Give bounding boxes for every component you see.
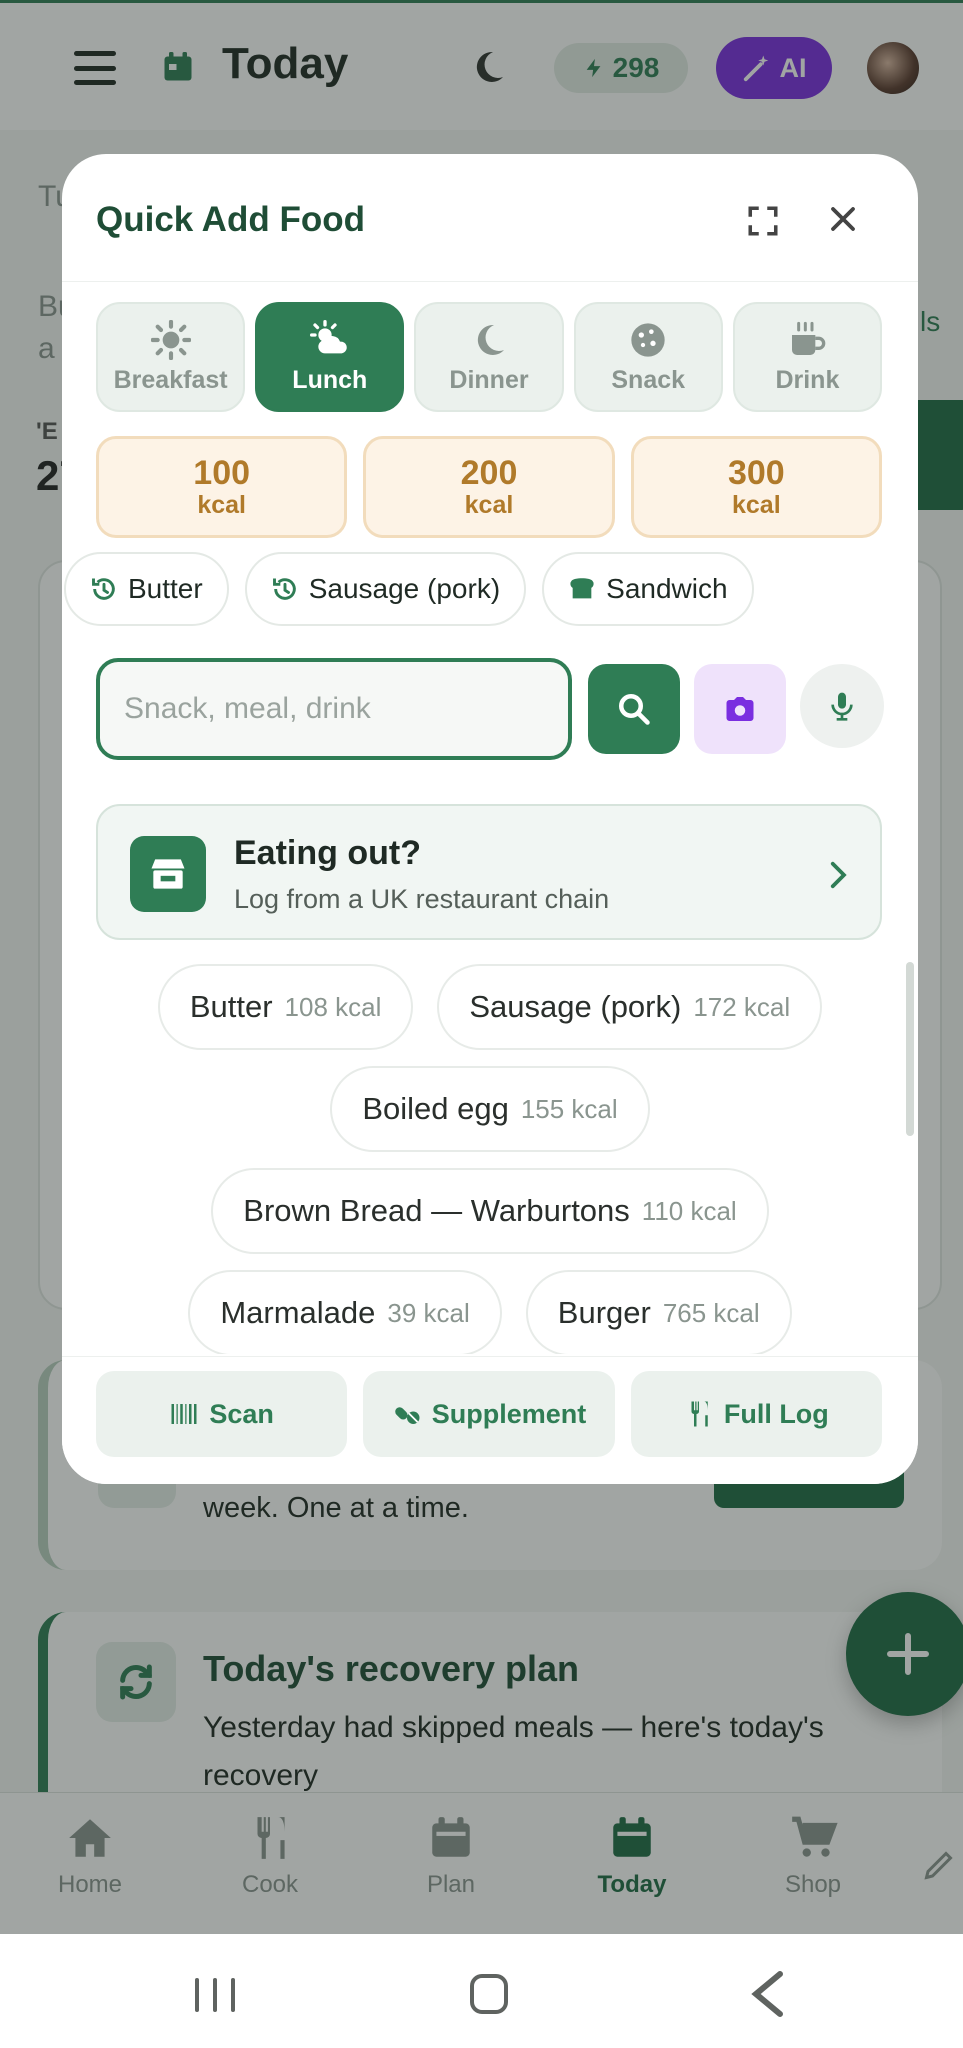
close-icon[interactable] <box>828 204 858 234</box>
recent-chip-sandwich[interactable]: Sandwich <box>542 552 754 626</box>
camera-icon <box>726 697 754 721</box>
eating-out-title: Eating out? <box>234 834 421 872</box>
meal-type-selector: Breakfast Lunch Dinner Snack Drink <box>96 302 883 412</box>
store-icon <box>130 836 206 912</box>
food-name: Burger <box>557 1295 651 1330</box>
dialog-header: Quick Add Food <box>62 154 918 282</box>
kcal-unit: kcal <box>464 490 514 519</box>
food-kcal: 765 kcal <box>662 1297 760 1328</box>
dialog-footer: Scan Supplement Full Log <box>62 1356 918 1484</box>
history-icon <box>272 578 296 600</box>
cookie-icon <box>631 322 665 357</box>
dialog-title: Quick Add Food <box>96 200 365 239</box>
meal-tab-label: Dinner <box>449 365 529 394</box>
food-chip[interactable]: Burger 765 kcal <box>525 1270 792 1354</box>
search-icon <box>619 694 650 725</box>
meal-tab-label: Lunch <box>292 365 368 394</box>
food-name: Boiled egg <box>362 1091 509 1126</box>
food-kcal: 39 kcal <box>387 1297 470 1328</box>
barcode-icon <box>171 1404 197 1424</box>
meal-tab-drink[interactable]: Drink <box>732 302 883 412</box>
bread-icon <box>570 578 594 599</box>
chevron-right-icon <box>830 861 847 889</box>
recent-chip-label: Sandwich <box>606 573 728 604</box>
kcal-preset-row: 100 kcal 200 kcal 300 kcal <box>96 436 882 538</box>
food-name: Brown Bread — Warburtons <box>243 1193 630 1228</box>
history-icon <box>92 578 115 600</box>
moon-icon <box>477 324 504 355</box>
eating-out-subtitle: Log from a UK restaurant chain <box>234 884 610 914</box>
quick-add-food-dialog: Quick Add Food Breakfast Lunch Dinner Sn… <box>62 154 918 1484</box>
expand-icon[interactable] <box>746 204 780 238</box>
food-row: Boiled egg 155 kcal <box>62 1066 918 1152</box>
camera-button[interactable] <box>694 664 786 754</box>
cloud-sun-icon <box>309 319 347 353</box>
full-log-button[interactable]: Full Log <box>630 1371 882 1457</box>
food-chip[interactable]: Sausage (pork) 172 kcal <box>437 964 823 1050</box>
scan-label: Scan <box>209 1398 274 1429</box>
meal-tab-lunch[interactable]: Lunch <box>255 302 405 412</box>
kcal-preset-200-button[interactable]: 200 kcal <box>363 436 615 538</box>
recent-chip-label: Butter <box>128 573 203 604</box>
home-button-icon[interactable] <box>470 1974 508 2014</box>
microphone-icon <box>831 692 853 721</box>
recent-chip-label: Sausage (pork) <box>308 573 501 604</box>
voice-input-button[interactable] <box>800 664 884 748</box>
meal-tab-dinner[interactable]: Dinner <box>414 302 564 412</box>
kcal-unit: kcal <box>197 490 246 519</box>
scan-button[interactable]: Scan <box>96 1371 348 1457</box>
food-name: Sausage (pork) <box>469 989 682 1024</box>
food-search-input[interactable] <box>96 658 572 760</box>
food-row: Marmalade 39 kcal Burger 765 kcal <box>62 1270 918 1354</box>
food-kcal: 110 kcal <box>641 1195 737 1226</box>
food-kcal: 172 kcal <box>693 991 791 1022</box>
kcal-value: 100 <box>193 454 251 493</box>
kcal-value: 200 <box>460 454 518 493</box>
mug-icon <box>792 321 826 355</box>
kcal-value: 300 <box>727 454 785 493</box>
meal-tab-breakfast[interactable]: Breakfast <box>96 302 246 412</box>
full-log-label: Full Log <box>723 1398 829 1429</box>
food-kcal: 155 kcal <box>520 1093 618 1124</box>
supplement-label: Supplement <box>431 1398 587 1429</box>
eating-out-card[interactable]: Eating out? Log from a UK restaurant cha… <box>96 804 882 940</box>
food-chip[interactable]: Boiled egg 155 kcal <box>330 1066 650 1152</box>
food-row: Brown Bread — Warburtons 110 kcal <box>62 1168 918 1254</box>
recent-chip-butter[interactable]: Butter <box>64 552 229 626</box>
back-icon[interactable] <box>748 1970 788 2018</box>
recents-icon[interactable] <box>195 1978 235 2012</box>
recent-chip-sausage[interactable]: Sausage (pork) <box>244 552 527 626</box>
search-button[interactable] <box>588 664 680 754</box>
kcal-preset-300-button[interactable]: 300 kcal <box>630 436 882 538</box>
food-chip[interactable]: Brown Bread — Warburtons 110 kcal <box>211 1168 769 1254</box>
meal-tab-label: Breakfast <box>113 365 228 394</box>
food-suggestions-list: Butter 108 kcal Sausage (pork) 172 kcal Bo… <box>62 964 918 1354</box>
sun-icon <box>150 319 191 360</box>
food-chip[interactable]: Marmalade 39 kcal <box>188 1270 502 1354</box>
kcal-preset-100-button[interactable]: 100 kcal <box>96 436 348 538</box>
utensils-icon <box>691 1401 708 1427</box>
pills-icon <box>394 1407 420 1424</box>
food-row: Butter 108 kcal Sausage (pork) 172 kcal <box>62 964 918 1050</box>
food-chip[interactable]: Butter 108 kcal <box>157 964 414 1050</box>
food-name: Butter <box>189 989 273 1024</box>
food-name: Marmalade <box>220 1295 376 1330</box>
food-kcal: 108 kcal <box>284 991 382 1022</box>
supplement-button[interactable]: Supplement <box>363 1371 615 1457</box>
meal-tab-snack[interactable]: Snack <box>573 302 723 412</box>
meal-tab-label: Drink <box>775 365 840 394</box>
scrollbar[interactable] <box>906 962 914 1136</box>
meal-tab-label: Snack <box>611 365 686 394</box>
kcal-unit: kcal <box>731 490 781 519</box>
recent-foods-row: Butter Sausage (pork) Sandwich <box>64 552 754 626</box>
